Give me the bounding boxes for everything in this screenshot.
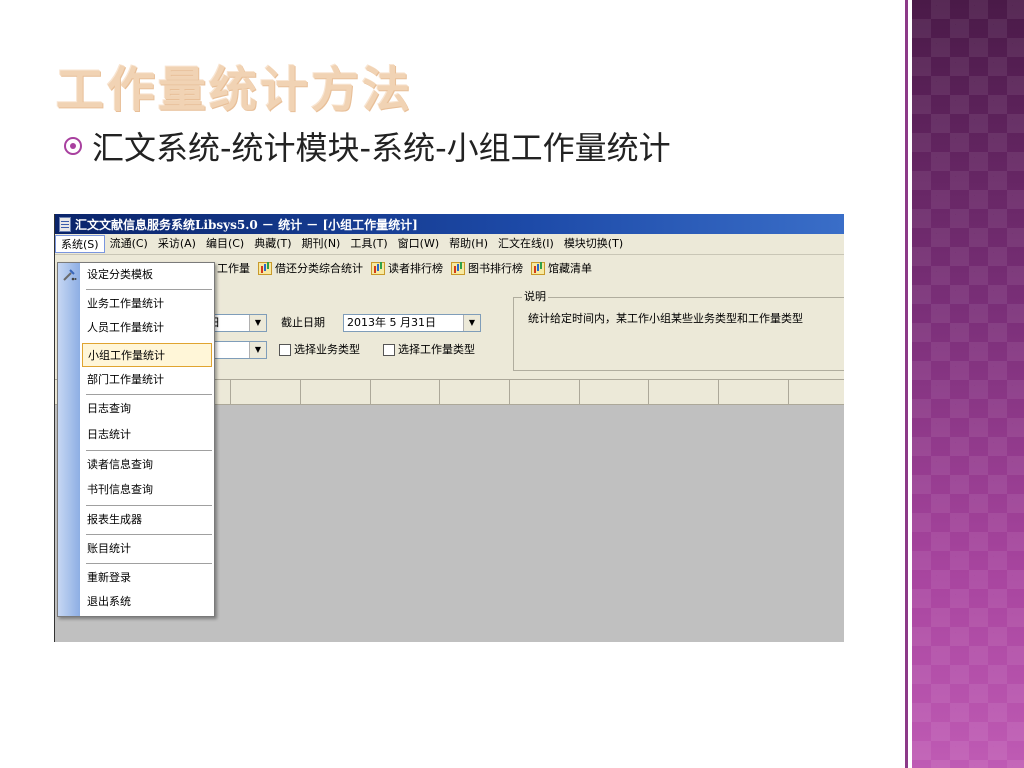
menu-tools[interactable]: 工具(T) [345, 235, 392, 253]
side-divider-line [905, 0, 908, 768]
menu-circulation[interactable]: 流通(C) [105, 235, 153, 253]
dropdown-arrow-icon[interactable]: ▼ [463, 315, 480, 331]
column-divider[interactable] [718, 380, 719, 404]
menu-separator [86, 563, 212, 564]
description-text: 统计给定时间内，某工作小组某些业务类型和工作量类型 [528, 312, 803, 325]
end-date-value: 2013年 5 月31日 [347, 316, 436, 329]
toolbar-workload-button[interactable]: 工作量 [213, 260, 254, 276]
menu-item-account-stats[interactable]: 账目统计 [80, 537, 214, 561]
end-date-combo[interactable]: 2013年 5 月31日 ▼ [343, 314, 481, 332]
description-group: 说明 统计给定时间内，某工作小组某些业务类型和工作量类型 [513, 290, 844, 371]
menu-item-group-workload[interactable]: 小组工作量统计 [82, 343, 212, 367]
menu-help[interactable]: 帮助(H) [444, 235, 493, 253]
menu-periodicals[interactable]: 期刊(N) [297, 235, 346, 253]
menu-item-book-info-query[interactable]: 书刊信息查询 [80, 478, 214, 502]
toolbar-borrow-return-label: 借还分类综合统计 [275, 262, 363, 275]
tools-icon [63, 269, 77, 281]
toolbar-holdings-list-label: 馆藏清单 [548, 262, 592, 275]
column-divider[interactable] [788, 380, 789, 404]
column-divider[interactable] [579, 380, 580, 404]
menu-item-report-generator[interactable]: 报表生成器 [80, 508, 214, 532]
column-divider[interactable] [230, 380, 231, 404]
menu-item-department-workload[interactable]: 部门工作量统计 [80, 368, 214, 392]
toolbar-borrow-return-stats-button[interactable]: 借还分类综合统计 [254, 260, 367, 276]
system-dropdown-menu: 设定分类模板 业务工作量统计 人员工作量统计 小组工作量统计 部门工作量统计 日… [57, 262, 215, 617]
bar-chart-icon [451, 261, 465, 275]
menu-item-business-workload[interactable]: 业务工作量统计 [80, 292, 214, 316]
menu-window[interactable]: 窗口(W) [393, 235, 444, 253]
column-divider[interactable] [439, 380, 440, 404]
bar-chart-icon [371, 261, 385, 275]
menu-separator [86, 394, 212, 395]
column-divider[interactable] [509, 380, 510, 404]
menu-holdings[interactable]: 典藏(T) [249, 235, 296, 253]
menu-item-set-category-template[interactable]: 设定分类模板 [80, 263, 214, 287]
decorative-side-band [912, 0, 1024, 768]
end-date-label: 截止日期 [281, 316, 325, 329]
menu-item-relogin[interactable]: 重新登录 [80, 566, 214, 590]
menu-item-log-stats[interactable]: 日志统计 [80, 423, 214, 447]
column-divider[interactable] [370, 380, 371, 404]
bullet-item: 汇文系统-统计模块-系统-小组工作量统计 [64, 124, 671, 168]
workload-type-label: 选择工作量类型 [398, 343, 475, 356]
menu-item-exit-system[interactable]: 退出系统 [80, 590, 214, 614]
menu-separator [86, 289, 212, 290]
business-type-label: 选择业务类型 [294, 343, 360, 356]
menu-item-staff-workload[interactable]: 人员工作量统计 [80, 316, 214, 340]
menu-system[interactable]: 系统(S) [55, 235, 105, 253]
window-title: 汇文文献信息服务系统Libsys5.0 － 统计 － [小组工作量统计] [75, 217, 418, 232]
dropdown-arrow-icon[interactable]: ▼ [249, 342, 266, 358]
window-titlebar: 汇文文献信息服务系统Libsys5.0 － 统计 － [小组工作量统计] [55, 214, 844, 234]
toolbar-reader-ranking-label: 读者排行榜 [388, 262, 443, 275]
menu-item-reader-info-query[interactable]: 读者信息查询 [80, 453, 214, 477]
app-document-icon [59, 216, 71, 232]
business-type-checkbox[interactable]: 选择业务类型 [279, 341, 360, 359]
menu-module-switch[interactable]: 模块切换(T) [559, 235, 628, 253]
menu-separator [86, 450, 212, 451]
dropdown-arrow-icon[interactable]: ▼ [249, 315, 266, 331]
menu-cataloging[interactable]: 编目(C) [201, 235, 249, 253]
menu-separator [86, 505, 212, 506]
column-divider[interactable] [648, 380, 649, 404]
checkbox-box[interactable] [383, 344, 395, 356]
toolbar-book-ranking-label: 图书排行榜 [468, 262, 523, 275]
bullet-circle-icon [64, 137, 82, 155]
menu-icon-strip [58, 263, 80, 616]
description-title: 说明 [522, 290, 548, 304]
column-divider[interactable] [300, 380, 301, 404]
menu-huiwen-online[interactable]: 汇文在线(I) [493, 235, 559, 253]
menu-separator [86, 534, 212, 535]
checkbox-box[interactable] [279, 344, 291, 356]
slide-title: 工作量统计方法 [56, 62, 414, 118]
menu-acquisition[interactable]: 采访(A) [153, 235, 201, 253]
toolbar-holdings-list-button[interactable]: 馆藏清单 [527, 260, 596, 276]
toolbar-workload-label: 工作量 [217, 262, 250, 275]
bar-chart-icon [258, 261, 272, 275]
menu-bar: 系统(S) 流通(C) 采访(A) 编目(C) 典藏(T) 期刊(N) 工具(T… [55, 234, 844, 255]
workload-type-checkbox[interactable]: 选择工作量类型 [383, 341, 475, 359]
toolbar-reader-ranking-button[interactable]: 读者排行榜 [367, 260, 447, 276]
bullet-text: 汇文系统-统计模块-系统-小组工作量统计 [92, 129, 671, 167]
bar-chart-icon [531, 261, 545, 275]
menu-item-log-query[interactable]: 日志查询 [80, 397, 214, 421]
toolbar-book-ranking-button[interactable]: 图书排行榜 [447, 260, 527, 276]
